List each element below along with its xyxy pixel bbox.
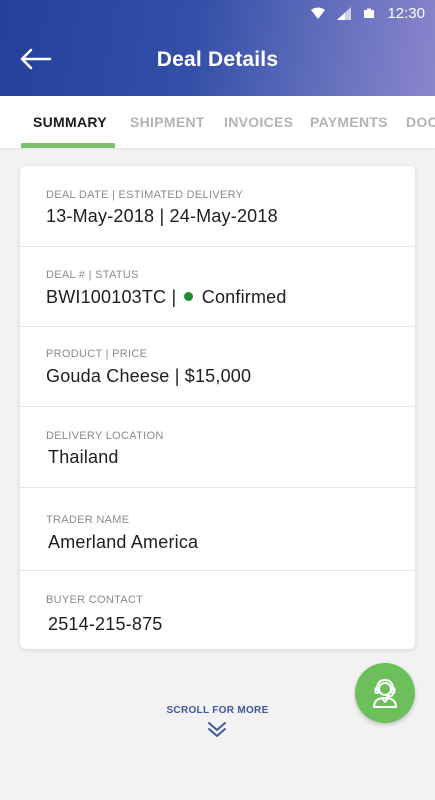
deal-summary-card: DEAL DATE | ESTIMATED DELIVERY 13-May-20…: [20, 166, 415, 649]
signal-icon: [337, 6, 352, 20]
buyer-contact-value: 2514-215-875: [48, 614, 163, 634]
deal-dates-row: DEAL DATE | ESTIMATED DELIVERY 13-May-20…: [20, 166, 415, 247]
wifi-icon: [311, 7, 326, 19]
status-text: Confirmed: [201, 287, 287, 307]
trader-name-value: Amerland America: [48, 532, 199, 552]
deal-status-row: DEAL # | STATUS BWI100103TC | Confirmed: [20, 247, 415, 327]
deal-dates-value: 13-May-2018 | 24-May-2018: [46, 206, 278, 226]
active-tab-indicator: [21, 143, 115, 148]
double-chevron-down-icon: [208, 722, 226, 737]
page-title: Deal Details: [156, 48, 279, 71]
deal-dates-label: DEAL DATE | ESTIMATED DELIVERY: [46, 189, 244, 201]
status-bar: 12:30: [0, 0, 435, 26]
product-price-value: Gouda Cheese | $15,000: [46, 366, 252, 386]
deal-status-value: BWI100103TC | Confirmed: [46, 287, 287, 308]
tab-invoices[interactable]: INVOICES: [224, 114, 293, 130]
status-dot-icon: [183, 292, 193, 302]
tab-documents[interactable]: DOC: [406, 114, 435, 130]
delivery-location-label: DELIVERY LOCATION: [46, 430, 164, 442]
app-header: 12:30 Deal Details: [0, 0, 435, 96]
deal-status-label: DEAL # | STATUS: [46, 269, 139, 281]
tab-bar: SUMMARY SHIPMENT INVOICES PAYMENTS DOC: [0, 96, 435, 148]
buyer-contact-row: BUYER CONTACT 2514-215-875: [20, 571, 415, 649]
tab-shipment[interactable]: SHIPMENT: [130, 114, 205, 130]
buyer-contact-label: BUYER CONTACT: [46, 594, 144, 606]
delivery-location-row: DELIVERY LOCATION Thailand: [20, 407, 415, 488]
trader-name-label: TRADER NAME: [46, 514, 130, 526]
product-price-label: PRODUCT | PRICE: [46, 348, 148, 360]
tab-summary[interactable]: SUMMARY: [33, 114, 107, 130]
scroll-for-more-hint: SCROLL FOR MORE: [166, 705, 269, 716]
deal-number: BWI100103TC |: [46, 287, 177, 307]
scroll-down-button[interactable]: [206, 720, 228, 738]
tab-payments[interactable]: PAYMENTS: [310, 114, 388, 130]
delivery-location-value: Thailand: [48, 447, 119, 467]
battery-icon: [363, 7, 375, 19]
product-price-row: PRODUCT | PRICE Gouda Cheese | $15,000: [20, 327, 415, 407]
status-time: 12:30: [387, 4, 425, 22]
trader-name-row: TRADER NAME Amerland America: [20, 488, 415, 571]
